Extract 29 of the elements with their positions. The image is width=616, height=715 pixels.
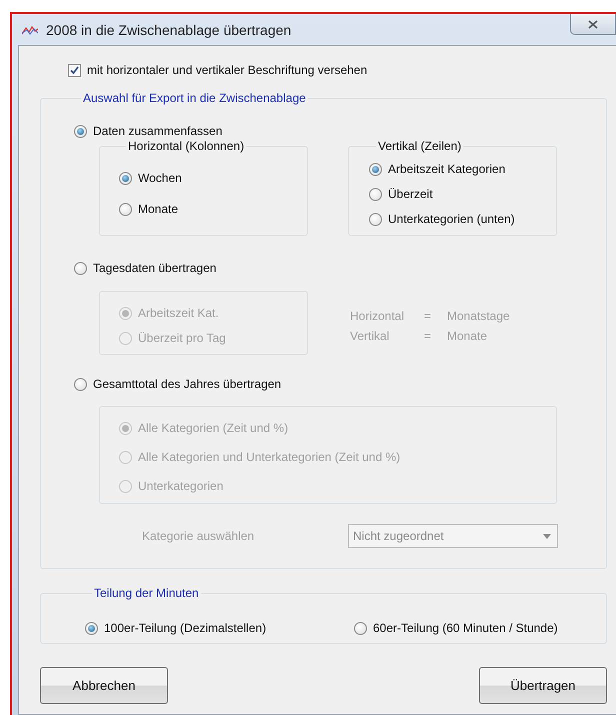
group-legend: Horizontal (Kolonnen) xyxy=(126,139,246,153)
axis-value: Monate xyxy=(447,329,488,343)
group-legend: Vertikal (Zeilen) xyxy=(376,139,464,153)
checkbox[interactable]: mit horizontaler und vertikaler Beschriftung versehen xyxy=(68,62,368,78)
dialog-button[interactable]: Übertragen xyxy=(479,667,607,704)
group-legend: Auswahl für Export in die Zwischenablage xyxy=(81,91,308,105)
radio-button[interactable]: Gesamttotal des Jahres übertragen xyxy=(74,376,282,392)
group-legend: Teilung der Minuten xyxy=(92,586,201,600)
radio-button[interactable]: 60er-Teilung (60 Minuten / Stunde) xyxy=(354,620,558,636)
axis-value: Monatstage xyxy=(447,309,510,323)
field-label: Kategorie auswählen xyxy=(142,528,256,545)
window-title: 2008 in die Zwischenablage übertragen xyxy=(46,22,292,38)
radio-button[interactable]: Wochen xyxy=(119,170,182,186)
dropdown-arrow-icon xyxy=(543,534,551,538)
axis-label: Vertikal xyxy=(350,329,390,343)
close-button[interactable] xyxy=(570,14,616,35)
axis-label: Horizontal xyxy=(350,309,406,323)
radio-button[interactable]: Überzeit xyxy=(369,186,433,202)
radio-button[interactable]: Arbeitszeit Kategorien xyxy=(369,161,506,177)
dialog-button[interactable]: Abbrechen xyxy=(40,667,168,704)
equals-sign: = xyxy=(424,309,432,323)
radio-button[interactable]: Daten zusammenfassen xyxy=(74,123,222,139)
chart-icon xyxy=(22,24,38,34)
radio-button[interactable]: Tagesdaten übertragen xyxy=(74,260,216,276)
radio-button[interactable]: Unterkategorien (unten) xyxy=(369,211,515,227)
equals-sign: = xyxy=(424,329,432,343)
radio-button[interactable]: Monate xyxy=(119,201,178,217)
radio-button[interactable]: 100er-Teilung (Dezimalstellen) xyxy=(85,620,266,636)
close-icon xyxy=(588,20,598,28)
